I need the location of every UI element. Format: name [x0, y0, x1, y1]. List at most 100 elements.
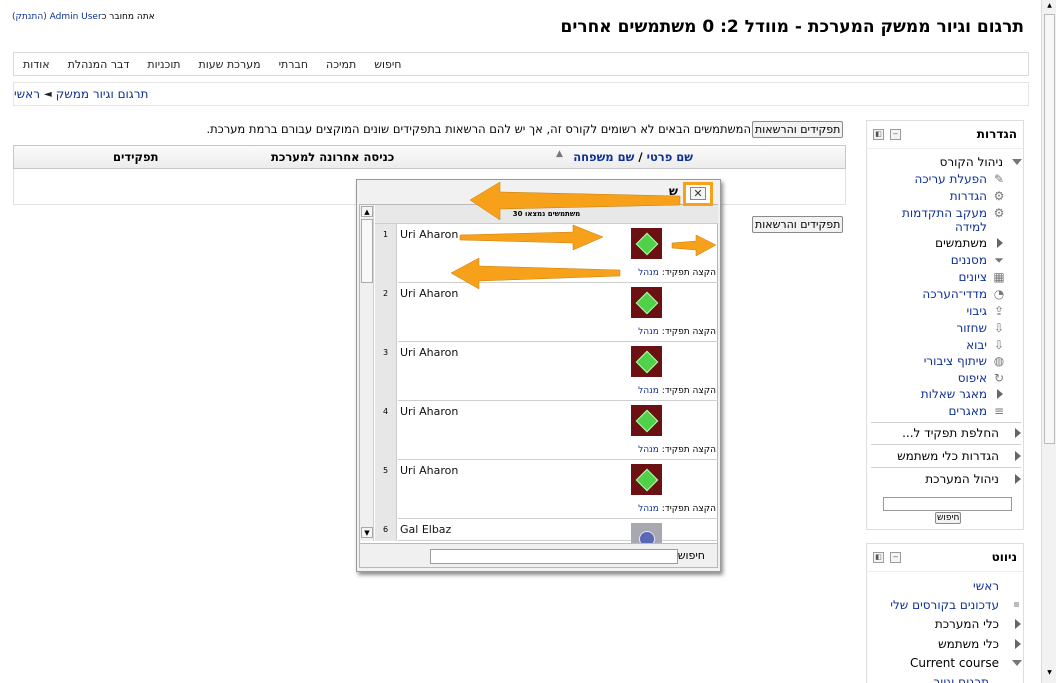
filters-icon: ⏷	[994, 253, 1004, 267]
settings-item-reset[interactable]: איפוס	[958, 371, 987, 385]
user-avatar[interactable]	[631, 228, 662, 259]
settings-item-progress-tracking[interactable]: מעקב התקדמות	[902, 206, 987, 220]
column-roles: תפקידים	[113, 150, 159, 164]
user-avatar[interactable]	[631, 405, 662, 436]
popup-scroll-thumb[interactable]	[361, 219, 373, 283]
scroll-up-icon[interactable]: ▲	[361, 206, 373, 217]
settings-item-rubrics[interactable]: מדדי־הערכה	[922, 287, 987, 301]
login-user-link[interactable]: Admin User	[50, 12, 102, 22]
user-name[interactable]: Uri Aharon	[400, 287, 458, 300]
popup-search-label: חיפוש	[677, 549, 705, 562]
switch-role-item[interactable]: החלפת תפקיד ל...	[902, 426, 999, 440]
user-row[interactable]: Uri Aharon הקצה תפקיד: מנהל	[398, 283, 718, 342]
nav-item[interactable]: תרגום וגיור	[933, 675, 989, 683]
user-avatar[interactable]	[631, 287, 662, 318]
user-row[interactable]: Uri Aharon הקצה תפקיד: מנהל	[398, 224, 718, 283]
roles-permissions-button-top[interactable]: תפקידים והרשאות	[752, 121, 844, 138]
settings-item-settings[interactable]: הגדרות	[950, 189, 987, 203]
close-icon[interactable]: ✕	[690, 187, 706, 200]
user-row[interactable]: Uri Aharon הקצה תפקיד: מנהל	[398, 342, 718, 401]
popup-search-input[interactable]	[430, 549, 678, 564]
nav-item[interactable]: כלי משתמש	[938, 637, 999, 651]
nav-item[interactable]: עדכונים בקורסים שלי	[890, 598, 999, 612]
menu-item[interactable]: חברתי	[270, 58, 317, 71]
column-name[interactable]: שם פרטי / שם משפחה	[573, 150, 693, 164]
assign-role-line: הקצה תפקיד: מנהל	[638, 504, 716, 514]
user-name[interactable]: Gal Elbaz	[400, 523, 451, 536]
settings-item-grades[interactable]: ציונים	[958, 270, 987, 284]
breadcrumb-home[interactable]: ראשי	[14, 87, 40, 101]
user-row[interactable]: Uri Aharon הקצה תפקיד: מנהל	[398, 401, 718, 460]
settings-item-publish[interactable]: שיתוף ציבורי	[924, 354, 987, 368]
window-scroll-up-icon[interactable]: ▲	[1044, 2, 1055, 12]
assign-role-link[interactable]: מנהל	[638, 327, 659, 337]
user-row[interactable]: Gal Elbaz	[398, 519, 718, 554]
user-name[interactable]: Uri Aharon	[400, 346, 458, 359]
dock-icon[interactable]: ◧	[873, 129, 884, 140]
menu-item[interactable]: אודות	[14, 58, 59, 71]
settings-item-question-bank[interactable]: מאגר שאלות	[921, 387, 987, 401]
popup-body: ▲ ▼ 30 משתמשים נמצאו 1 Uri Aharon הקצה תפק…	[359, 204, 718, 568]
close-highlight: ✕	[683, 182, 713, 206]
settings-item-progress-tracking-cont[interactable]: למידה	[955, 220, 987, 234]
column-lastname[interactable]: שם משפחה	[573, 150, 634, 164]
column-lastaccess[interactable]: כניסה אחרונה למערכת	[271, 150, 394, 164]
roles-permissions-button-bottom[interactable]: תפקידים והרשאות	[752, 216, 844, 233]
settings-item-repositories[interactable]: מאגרים	[948, 404, 987, 418]
settings-item-users[interactable]: משתמשים	[935, 236, 987, 250]
dock-icon[interactable]: ◧	[873, 552, 884, 563]
row-number: 5	[375, 460, 397, 519]
user-selector-popup: ש ▲ ▼ 30 משתמשים נמצאו 1 Uri Aharon הקצה ת…	[356, 179, 721, 572]
settings-search-input[interactable]	[883, 497, 1012, 511]
course-admin-item[interactable]: ניהול הקורס	[940, 155, 1003, 169]
site-admin-item[interactable]: ניהול המערכת	[925, 472, 999, 486]
popup-scrollbar[interactable]: ▲ ▼	[360, 205, 374, 541]
user-name[interactable]: Uri Aharon	[400, 228, 458, 241]
settings-item-restore[interactable]: שחזור	[956, 321, 987, 335]
assign-role-line: הקצה תפקיד: מנהל	[638, 445, 716, 455]
menu-item[interactable]: מערכת שעות	[190, 58, 270, 71]
user-avatar[interactable]	[631, 464, 662, 495]
nav-item[interactable]: ראשי	[973, 579, 999, 593]
window-scrollbar[interactable]: ▲ ▼	[1041, 0, 1056, 683]
backup-icon: ⇪	[993, 304, 1005, 318]
scroll-down-icon[interactable]: ▼	[361, 527, 373, 538]
row-number: 1	[375, 224, 397, 283]
user-settings-item[interactable]: הגדרות כלי משתמש	[897, 449, 999, 463]
restore-icon: ⇩	[993, 321, 1005, 335]
menu-item[interactable]: תוכניות	[138, 58, 189, 71]
collapse-icon[interactable]: −	[890, 129, 901, 140]
menu-item[interactable]: חיפוש	[365, 58, 410, 71]
user-name[interactable]: Uri Aharon	[400, 464, 458, 477]
settings-item-turn-editing-on[interactable]: הפעלת עריכה	[914, 172, 987, 186]
assign-role-link[interactable]: מנהל	[638, 386, 659, 396]
assign-role-link[interactable]: מנהל	[638, 268, 659, 278]
settings-item-import[interactable]: יבוא	[966, 338, 987, 352]
user-name[interactable]: Uri Aharon	[400, 405, 458, 418]
user-avatar[interactable]	[631, 346, 662, 377]
users-table-header: שם פרטי / שם משפחה ▲ כניסה אחרונה למערכת…	[13, 145, 846, 169]
window-scroll-thumb[interactable]	[1044, 14, 1055, 444]
settings-item-filters[interactable]: מסננים	[951, 253, 987, 267]
window-scroll-down-icon[interactable]: ▼	[1044, 669, 1055, 679]
assign-role-link[interactable]: מנהל	[638, 445, 659, 455]
user-row[interactable]: Uri Aharon הקצה תפקיד: מנהל	[398, 460, 718, 519]
nav-item[interactable]: Current course	[910, 656, 999, 670]
row-number: 2	[375, 283, 397, 342]
breadcrumb-course[interactable]: תרגום וגיור ממשק	[56, 87, 149, 101]
assign-role-label: הקצה תפקיד:	[661, 327, 716, 337]
settings-search-button[interactable]: חיפוש	[935, 512, 962, 524]
navigation-block: ◧ − ניווט ראשי עדכונים בקורסים שלי כלי המע…	[866, 543, 1024, 683]
menu-item[interactable]: דבר המנהלת	[59, 58, 139, 71]
row-number: 4	[375, 401, 397, 460]
logout-link[interactable]: (התנתק)	[12, 12, 47, 22]
nav-item[interactable]: כלי המערכת	[935, 617, 999, 631]
assign-role-link[interactable]: מנהל	[638, 504, 659, 514]
login-prefix: אתה מחובר כ	[101, 12, 155, 22]
menu-item[interactable]: תמיכה	[317, 58, 365, 71]
settings-item-backup[interactable]: גיבוי	[966, 304, 987, 318]
settings-icon: ⚙	[993, 189, 1005, 203]
column-firstname[interactable]: שם פרטי	[647, 150, 693, 164]
collapse-icon[interactable]: −	[890, 552, 901, 563]
custom-menu: אודות דבר המנהלת תוכניות מערכת שעות חברתי תמי…	[13, 52, 1029, 76]
